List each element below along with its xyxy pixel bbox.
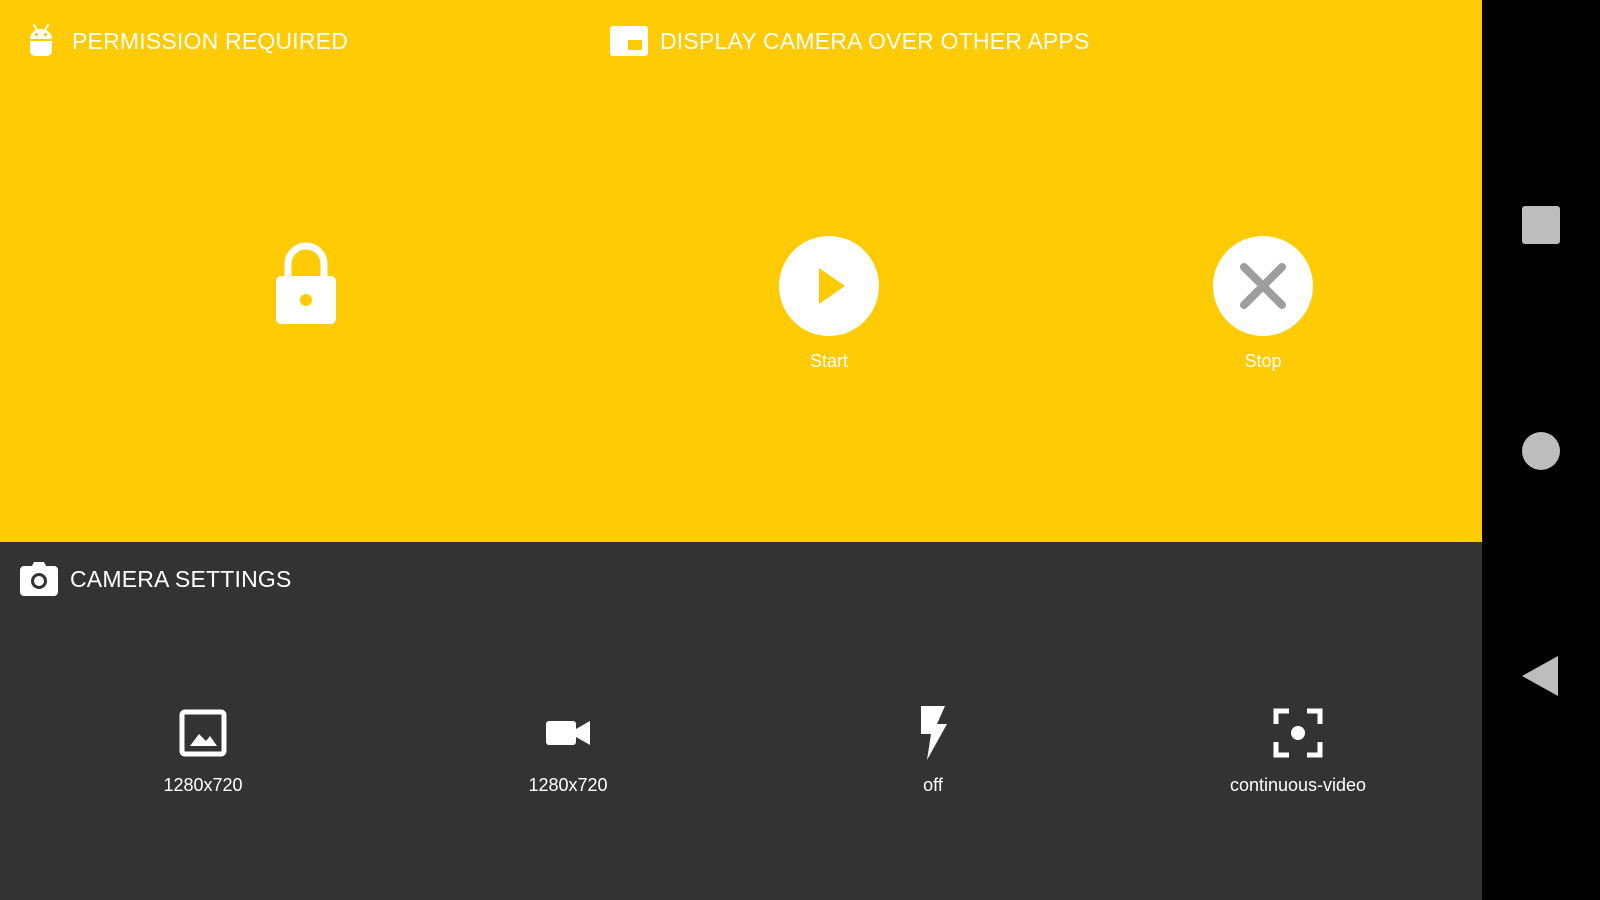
stop-button[interactable] xyxy=(1213,236,1313,336)
camera-settings-title: CAMERA SETTINGS xyxy=(70,565,292,592)
start-button[interactable] xyxy=(779,236,879,336)
stop-label: Stop xyxy=(1244,351,1282,371)
lock-icon xyxy=(276,242,336,324)
android-icon xyxy=(22,22,60,60)
permission-required-header: PERMISSION REQUIRED xyxy=(22,22,348,60)
picture-in-picture-icon xyxy=(610,22,648,60)
close-icon xyxy=(1240,263,1286,309)
play-icon xyxy=(819,268,845,304)
back-triangle-icon xyxy=(1522,656,1558,696)
flash-setting[interactable]: off xyxy=(813,705,1053,805)
focus-mode-value: continuous-video xyxy=(1229,775,1367,795)
home-button[interactable] xyxy=(1522,432,1560,470)
flash-value: off xyxy=(923,775,943,795)
display-over-apps-label: DISPLAY CAMERA OVER OTHER APPS xyxy=(660,27,1090,54)
videocam-icon xyxy=(540,705,596,761)
recent-apps-button[interactable] xyxy=(1522,206,1560,244)
image-icon xyxy=(175,705,231,761)
camera-icon xyxy=(20,560,58,598)
photo-resolution-value: 1280x720 xyxy=(163,775,243,795)
focus-mode-setting[interactable]: continuous-video xyxy=(1178,705,1418,805)
back-button[interactable] xyxy=(1518,654,1560,698)
permission-required-label: PERMISSION REQUIRED xyxy=(72,27,349,54)
photo-resolution-setting[interactable]: 1280x720 xyxy=(83,705,323,805)
lock-button[interactable] xyxy=(270,240,342,328)
video-resolution-value: 1280x720 xyxy=(528,775,608,795)
camera-settings-header: CAMERA SETTINGS xyxy=(20,560,292,598)
flash-icon xyxy=(905,705,961,761)
display-over-apps-header: DISPLAY CAMERA OVER OTHER APPS xyxy=(610,22,1090,60)
focus-icon xyxy=(1270,705,1326,761)
start-label: Start xyxy=(809,351,848,371)
video-resolution-setting[interactable]: 1280x720 xyxy=(448,705,688,805)
